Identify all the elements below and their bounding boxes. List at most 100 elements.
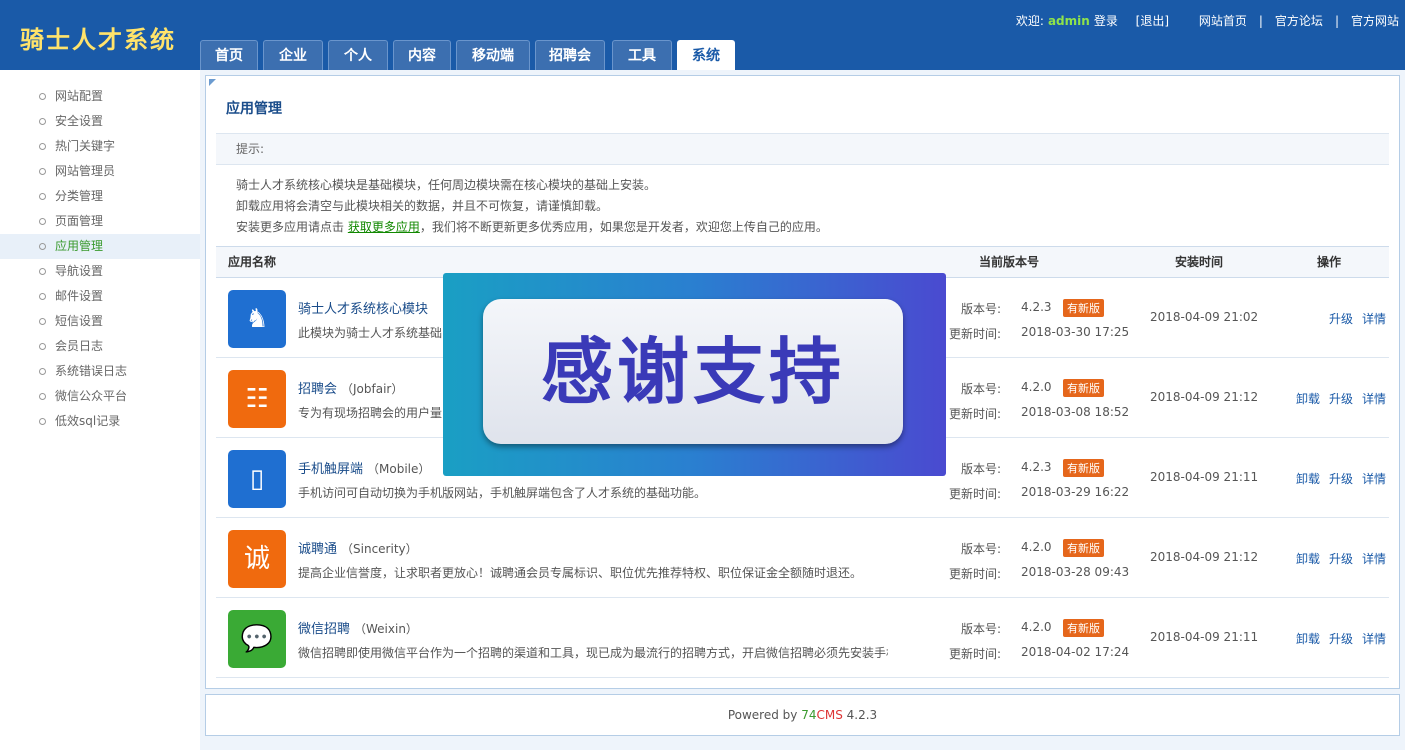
sidebar-item-label: 应用管理 — [55, 239, 104, 253]
site-home-link[interactable]: 网站首页 — [1199, 14, 1247, 28]
username: admin — [1047, 14, 1090, 28]
app-name-text: 诚聘通 — [298, 542, 338, 557]
sidebar-item-site-config[interactable]: 网站配置 — [0, 84, 200, 109]
upgrade-link[interactable]: 升级 — [1329, 552, 1353, 566]
footer: Powered by 74CMS 4.2.3 — [205, 694, 1400, 736]
sidebar-item-email[interactable]: 邮件设置 — [0, 284, 200, 309]
sidebar-item-label: 低效sql记录 — [55, 414, 121, 428]
uninstall-link[interactable]: 卸载 — [1296, 472, 1320, 486]
login-link[interactable]: 登录 — [1094, 14, 1118, 28]
new-version-badge[interactable]: 有新版 — [1063, 379, 1104, 397]
get-more-apps-link[interactable]: 获取更多应用 — [348, 220, 420, 234]
logout-link[interactable]: [退出] — [1136, 14, 1169, 28]
tab-system[interactable]: 系统 — [677, 40, 735, 70]
upgrade-link[interactable]: 升级 — [1329, 392, 1353, 406]
sidebar-item-security[interactable]: 安全设置 — [0, 109, 200, 134]
sidebar-item-navigation[interactable]: 导航设置 — [0, 259, 200, 284]
sidebar-item-hot-keywords[interactable]: 热门关键字 — [0, 134, 200, 159]
sidebar-item-label: 微信公众平台 — [55, 389, 128, 403]
new-version-badge[interactable]: 有新版 — [1063, 459, 1104, 477]
sidebar-item-label: 页面管理 — [55, 214, 104, 228]
table-row: 诚诚聘通 （Sincerity） 提高企业信誉度，让求职者更放心！诚聘通会员专属标识… — [216, 518, 1389, 598]
new-version-badge[interactable]: 有新版 — [1063, 619, 1104, 637]
sidebar-item-label: 网站管理员 — [55, 164, 116, 178]
details-link[interactable]: 详情 — [1362, 632, 1386, 646]
app-name: 微信招聘 （Weixin） — [298, 618, 418, 637]
new-version-badge[interactable]: 有新版 — [1063, 539, 1104, 557]
row-actions: 卸载 升级 详情 — [1276, 390, 1386, 407]
install-time-value: 2018-04-09 21:12 — [1150, 550, 1259, 564]
wechat-icon: 💬 — [228, 610, 286, 668]
version-label: 版本号: — [961, 542, 1002, 556]
app-name-text: 手机触屏端 — [298, 462, 364, 477]
col-actions: 操作 — [1317, 255, 1342, 269]
sidebar-item-categories[interactable]: 分类管理 — [0, 184, 200, 209]
version-label: 版本号: — [961, 382, 1002, 396]
sincerity-icon: 诚 — [228, 530, 286, 588]
main-panel: 应用管理 提示: 骑士人才系统核心模块是基础模块，任何周边模块需在核心模块的基础… — [205, 75, 1400, 689]
version-value: 4.2.3 — [1021, 460, 1052, 474]
tab-company[interactable]: 企业 — [263, 40, 323, 70]
version-value: 4.2.0 — [1021, 620, 1052, 634]
app-name-en: （Weixin） — [354, 622, 418, 636]
bullet-icon — [39, 93, 46, 100]
uninstall-link[interactable]: 卸载 — [1296, 632, 1320, 646]
top-links: 欢迎: admin 登录 [退出] 网站首页 | 官方论坛 | 官方网站 — [1016, 12, 1399, 29]
tab-home[interactable]: 首页 — [200, 40, 258, 70]
row-actions: 卸载 升级 详情 — [1276, 550, 1386, 567]
upgrade-link[interactable]: 升级 — [1329, 312, 1353, 326]
forum-link[interactable]: 官方论坛 — [1275, 14, 1323, 28]
hint-text-2: 卸载应用将会清空与此模块相关的数据，并且不可恢复，请谨慎卸载。 — [236, 199, 609, 213]
brand-cms: CMS — [816, 708, 843, 722]
sidebar-item-label: 会员日志 — [55, 339, 104, 353]
logo: 骑士人才系统 — [20, 25, 176, 54]
top-bar: 骑士人才系统 欢迎: admin 登录 [退出] 网站首页 | 官方论坛 | 官方网站 首页… — [0, 0, 1405, 70]
tab-jobfair[interactable]: 招聘会 — [535, 40, 605, 70]
app-name-en: （Sincerity） — [341, 542, 418, 556]
details-link[interactable]: 详情 — [1362, 472, 1386, 486]
upgrade-link[interactable]: 升级 — [1329, 632, 1353, 646]
hint-label: 提示: — [236, 142, 265, 156]
update-time-label: 更新时间: — [949, 407, 1002, 421]
hint-text-3-post: ，我们将不断更新更多优秀应用，如果您是开发者，欢迎您上传自己的应用。 — [419, 220, 828, 234]
app-name-en: （Mobile） — [367, 462, 431, 476]
sidebar-item-member-log[interactable]: 会员日志 — [0, 334, 200, 359]
col-install-time: 安装时间 — [1175, 255, 1224, 269]
details-link[interactable]: 详情 — [1362, 392, 1386, 406]
sidebar-item-admins[interactable]: 网站管理员 — [0, 159, 200, 184]
app-name: 手机触屏端 （Mobile） — [298, 458, 430, 477]
row-actions: 升级 详情 — [1276, 310, 1386, 327]
tab-personal[interactable]: 个人 — [328, 40, 388, 70]
sidebar-item-label: 网站配置 — [55, 89, 104, 103]
app-name-en: （Jobfair） — [341, 382, 404, 396]
sidebar-item-pages[interactable]: 页面管理 — [0, 209, 200, 234]
details-link[interactable]: 详情 — [1362, 312, 1386, 326]
app-name-text: 骑士人才系统核心模块 — [298, 302, 429, 317]
sidebar-item-wechat-platform[interactable]: 微信公众平台 — [0, 384, 200, 409]
version-value: 4.2.0 — [1021, 540, 1052, 554]
uninstall-link[interactable]: 卸载 — [1296, 552, 1320, 566]
tab-tools[interactable]: 工具 — [612, 40, 672, 70]
sidebar-item-sms[interactable]: 短信设置 — [0, 309, 200, 334]
thanks-text: 感谢支持 — [483, 299, 903, 444]
sidebar-item-slow-sql[interactable]: 低效sql记录 — [0, 409, 200, 434]
row-actions: 卸载 升级 详情 — [1276, 630, 1386, 647]
bullet-icon — [39, 318, 46, 325]
tab-mobile[interactable]: 移动端 — [456, 40, 530, 70]
official-site-link[interactable]: 官方网站 — [1351, 14, 1399, 28]
hint-text-3: 安装更多应用请点击 获取更多应用，我们将不断更新更多优秀应用，如果您是开发者，欢… — [236, 218, 828, 235]
corner-marker — [209, 79, 216, 86]
install-time-value: 2018-04-09 21:02 — [1150, 310, 1259, 324]
col-version: 当前版本号 — [979, 255, 1040, 269]
sidebar-item-error-log[interactable]: 系统错误日志 — [0, 359, 200, 384]
uninstall-link[interactable]: 卸载 — [1296, 392, 1320, 406]
app-name: 诚聘通 （Sincerity） — [298, 538, 418, 557]
details-link[interactable]: 详情 — [1362, 552, 1386, 566]
tab-content[interactable]: 内容 — [393, 40, 451, 70]
upgrade-link[interactable]: 升级 — [1329, 472, 1353, 486]
new-version-badge[interactable]: 有新版 — [1063, 299, 1104, 317]
version-label: 版本号: — [961, 462, 1002, 476]
bullet-icon — [39, 193, 46, 200]
version-label: 版本号: — [961, 622, 1002, 636]
sidebar-item-apps[interactable]: 应用管理 — [0, 234, 200, 259]
